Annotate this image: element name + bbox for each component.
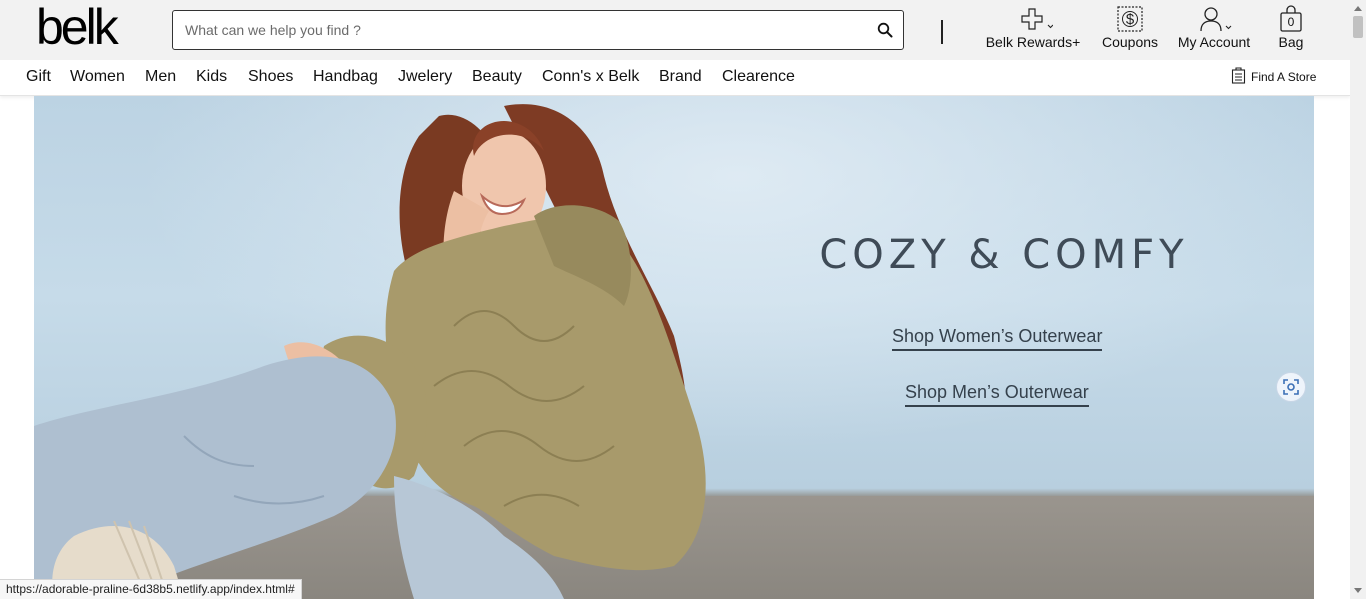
hero-headline: COZY & COMFY xyxy=(819,232,1189,278)
belk-rewards-button[interactable]: Belk Rewards+ xyxy=(985,6,1081,50)
account-label: My Account xyxy=(1177,34,1251,50)
plus-icon xyxy=(1013,6,1054,35)
bag-button[interactable]: 0 Bag xyxy=(1273,4,1309,50)
scroll-thumb[interactable] xyxy=(1353,16,1363,38)
nav-item-conns-x-belk[interactable]: Conn's x Belk xyxy=(542,68,639,86)
find-a-store-link[interactable]: Find A Store xyxy=(1231,67,1316,87)
scroll-up-arrow-icon[interactable] xyxy=(1354,6,1362,11)
main-nav: Gift Women Men Kids Shoes Handbag Jweler… xyxy=(0,60,1350,96)
nav-item-shoes[interactable]: Shoes xyxy=(248,68,293,86)
coupons-button[interactable]: $ Coupons xyxy=(1100,5,1160,50)
bag-count: 0 xyxy=(1287,15,1295,29)
shop-womens-outerwear-link[interactable]: Shop Women’s Outerwear xyxy=(892,326,1103,351)
visual-search-icon[interactable] xyxy=(1276,372,1306,402)
header-divider xyxy=(941,20,943,44)
nav-item-gift[interactable]: Gift xyxy=(26,68,51,86)
nav-item-brand[interactable]: Brand xyxy=(659,68,702,86)
nav-item-kids[interactable]: Kids xyxy=(196,68,227,86)
store-icon xyxy=(1231,67,1246,87)
hero-model-image xyxy=(34,104,706,599)
search-box xyxy=(172,10,904,50)
nav-item-women[interactable]: Women xyxy=(70,68,125,86)
shop-mens-outerwear-link[interactable]: Shop Men’s Outerwear xyxy=(905,382,1089,407)
belk-logo[interactable]: belk xyxy=(36,2,119,52)
coupon-icon: $ xyxy=(1116,5,1144,35)
scroll-down-arrow-icon[interactable] xyxy=(1354,588,1362,593)
nav-item-beauty[interactable]: Beauty xyxy=(472,68,522,86)
my-account-button[interactable]: My Account xyxy=(1175,6,1253,50)
vertical-scrollbar[interactable] xyxy=(1350,0,1366,599)
link-status-bar: https://adorable-praline-6d38b5.netlify.… xyxy=(0,579,302,599)
nav-item-men[interactable]: Men xyxy=(145,68,176,86)
user-icon xyxy=(1194,6,1234,35)
bag-label: Bag xyxy=(1278,34,1304,50)
nav-item-handbag[interactable]: Handbag xyxy=(313,68,378,86)
hero-banner[interactable]: COZY & COMFY Shop Women’s Outerwear Shop… xyxy=(34,96,1314,599)
search-input[interactable] xyxy=(183,17,863,43)
search-icon[interactable] xyxy=(877,22,893,38)
coupons-label: Coupons xyxy=(1101,34,1159,50)
nav-item-jwelery[interactable]: Jwelery xyxy=(398,68,452,86)
site-header: belk Belk Rewards+ $ xyxy=(0,0,1350,60)
rewards-label: Belk Rewards+ xyxy=(985,34,1081,50)
find-store-label: Find A Store xyxy=(1251,70,1317,84)
nav-item-clearence[interactable]: Clearence xyxy=(722,68,795,86)
